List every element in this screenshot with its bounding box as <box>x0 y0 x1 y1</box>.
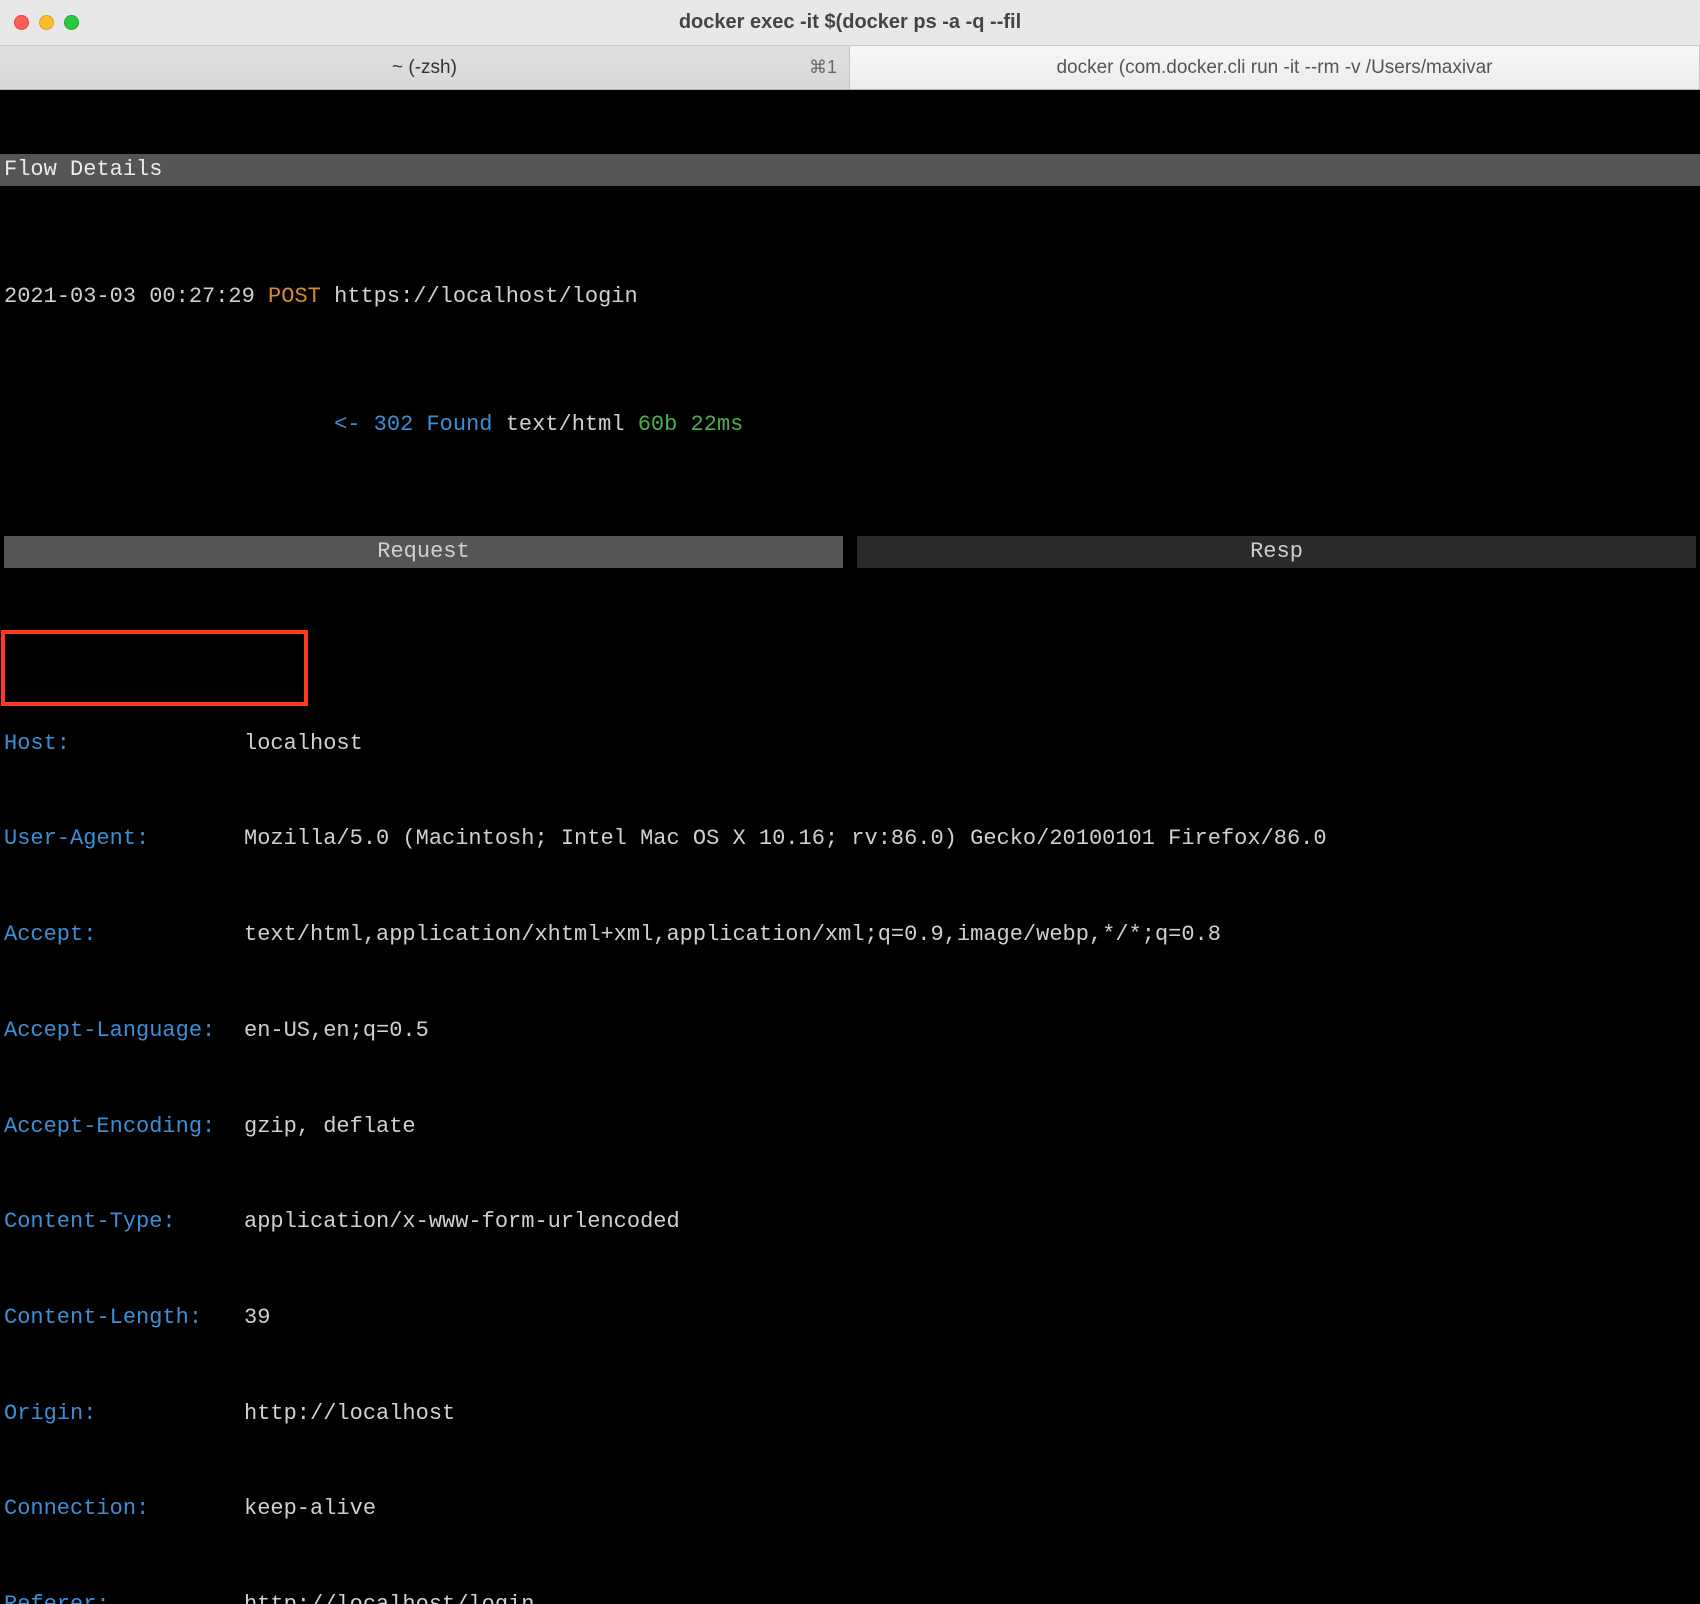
header-row: Accept-Encoding:gzip, deflate <box>4 1111 1696 1143</box>
header-key: Content-Type: <box>4 1206 244 1238</box>
header-key: Connection: <box>4 1493 244 1525</box>
tab-request[interactable]: Request <box>4 536 843 568</box>
header-value: http://localhost <box>244 1398 455 1430</box>
header-row: User-Agent:Mozilla/5.0 (Macintosh; Intel… <box>4 823 1696 855</box>
header-row: Accept:text/html,application/xhtml+xml,a… <box>4 919 1696 951</box>
header-value: http://localhost/login <box>244 1589 534 1604</box>
request-headers: Host:localhost User-Agent:Mozilla/5.0 (M… <box>0 664 1700 1604</box>
request-line: 2021-03-03 00:27:29 POST https://localho… <box>0 281 1700 313</box>
header-row: Host:localhost <box>4 728 1696 760</box>
header-row: Content-Type:application/x-www-form-urle… <box>4 1206 1696 1238</box>
header-key: Referer: <box>4 1589 244 1604</box>
close-window-button[interactable] <box>14 15 29 30</box>
response-latency: 22ms <box>691 412 744 437</box>
header-row: Referer:http://localhost/login <box>4 1589 1696 1604</box>
header-value: text/html,application/xhtml+xml,applicat… <box>244 919 1221 951</box>
tab-label: docker (com.docker.cli run -it --rm -v /… <box>1056 57 1492 79</box>
http-method: POST <box>268 284 321 309</box>
tab-response[interactable]: Resp <box>857 536 1696 568</box>
terminal-tab-zsh[interactable]: ~ (-zsh) ⌘1 <box>0 46 850 89</box>
tab-label: ~ (-zsh) <box>392 57 457 79</box>
flow-tabs: Request Resp <box>0 536 1700 568</box>
header-value: keep-alive <box>244 1493 376 1525</box>
response-content-type: text/html <box>506 412 625 437</box>
header-value: 39 <box>244 1302 270 1334</box>
header-value: gzip, deflate <box>244 1111 416 1143</box>
header-row: Origin:http://localhost <box>4 1398 1696 1430</box>
request-url: https://localhost/login <box>334 284 638 309</box>
maximize-window-button[interactable] <box>64 15 79 30</box>
header-key: Content-Length: <box>4 1302 244 1334</box>
flow-details-header: Flow Details <box>0 154 1700 186</box>
header-row: Accept-Language:en-US,en;q=0.5 <box>4 1015 1696 1047</box>
minimize-window-button[interactable] <box>39 15 54 30</box>
response-line: 2021-03-03 00:27:29 POST <- 302 Found te… <box>0 409 1700 441</box>
response-status: 302 Found <box>374 412 493 437</box>
header-key: Host: <box>4 728 244 760</box>
timestamp: 2021-03-03 00:27:29 <box>4 284 255 309</box>
tab-shortcut: ⌘1 <box>809 57 837 78</box>
header-key: Accept-Encoding: <box>4 1111 244 1143</box>
header-row: Connection:keep-alive <box>4 1493 1696 1525</box>
header-value: en-US,en;q=0.5 <box>244 1015 429 1047</box>
header-key: User-Agent: <box>4 823 244 855</box>
window-title: docker exec -it $(docker ps -a -q --fil <box>0 11 1700 34</box>
header-key: Accept: <box>4 919 244 951</box>
window-titlebar: docker exec -it $(docker ps -a -q --fil <box>0 0 1700 46</box>
response-size: 60b <box>638 412 678 437</box>
header-row: Content-Length:39 <box>4 1302 1696 1334</box>
header-key: Origin: <box>4 1398 244 1430</box>
header-value: localhost <box>244 728 363 760</box>
terminal-tab-docker[interactable]: docker (com.docker.cli run -it --rm -v /… <box>850 46 1700 89</box>
header-value: application/x-www-form-urlencoded <box>244 1206 680 1238</box>
header-value: Mozilla/5.0 (Macintosh; Intel Mac OS X 1… <box>244 823 1327 855</box>
header-key: Accept-Language: <box>4 1015 244 1047</box>
traffic-lights <box>14 15 79 30</box>
terminal-tab-bar: ~ (-zsh) ⌘1 docker (com.docker.cli run -… <box>0 46 1700 90</box>
terminal-content[interactable]: Flow Details 2021-03-03 00:27:29 POST ht… <box>0 90 1700 1604</box>
response-arrow: <- <box>334 412 360 437</box>
